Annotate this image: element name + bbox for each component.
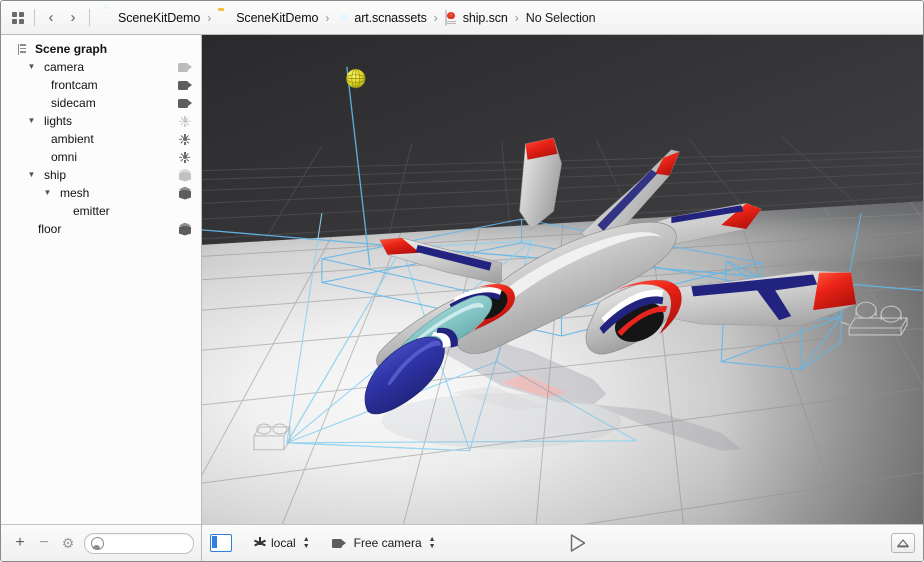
viewport-column: local ▲ ▼ Free camera ▲ ▼ — [202, 35, 923, 561]
back-button[interactable]: ‹ — [40, 7, 62, 29]
tree-item-camera[interactable]: ▼ camera — [1, 58, 201, 76]
scene-graph-footer: + − ⚙ — [1, 524, 201, 561]
disclosure-triangle-ship[interactable]: ▼ — [25, 171, 38, 179]
filter-icon — [91, 536, 104, 550]
tree-label-mesh: mesh — [60, 186, 90, 200]
scene-graph-header-label: Scene graph — [35, 42, 108, 56]
breadcrumb-separator-4: › — [514, 10, 519, 25]
breadcrumb-bar: ‹ › SceneKitDemo › SceneKitDemo › art.sc… — [1, 1, 923, 35]
ship-wing-right-tip — [813, 272, 857, 311]
tree-item-emitter[interactable]: emitter — [1, 202, 201, 220]
tree-label-omni: omni — [51, 150, 78, 164]
hierarchy-icon — [13, 43, 29, 55]
grid-square-3 — [12, 18, 17, 24]
cube-icon — [177, 222, 193, 236]
forward-button[interactable]: › — [62, 7, 84, 29]
cube-icon — [177, 186, 193, 200]
grid-squares-icon[interactable] — [7, 7, 29, 29]
breadcrumb-label-project: SceneKitDemo — [118, 10, 201, 25]
tree-label-ambient: ambient — [51, 132, 94, 146]
light-icon — [177, 133, 193, 146]
breadcrumb-separator-1: › — [207, 10, 212, 25]
filter-field[interactable] — [84, 532, 194, 554]
tree-label-floor: floor — [38, 222, 62, 236]
breadcrumb-item-assets[interactable]: art.scnassets — [334, 10, 428, 26]
breadcrumb-item-folder[interactable]: SceneKitDemo — [216, 10, 320, 26]
breadcrumb: SceneKitDemo › SceneKitDemo › art.scnass… — [98, 9, 598, 26]
tree-item-ambient[interactable]: ambient — [1, 130, 201, 148]
breadcrumb-label-folder: SceneKitDemo — [236, 10, 319, 25]
camera-mode-value: Free camera — [353, 536, 422, 550]
tree-item-ship[interactable]: ▼ ship — [1, 166, 201, 184]
scene-graph-sidebar: Scene graph ▼ camera frontcam sidecam ▼ … — [1, 35, 202, 561]
tree-label-sidecam: sidecam — [51, 96, 96, 110]
camera-mode-control[interactable]: Free camera ▲ ▼ — [331, 536, 436, 550]
gear-icon[interactable]: ⚙ — [56, 532, 80, 554]
asset-catalog-icon — [336, 11, 350, 25]
breadcrumb-label-scene: ship.scn — [462, 10, 508, 25]
transform-space-control[interactable]: local ▲ ▼ — [254, 536, 310, 550]
scene-file-icon — [444, 9, 459, 26]
grid-square-2 — [19, 11, 24, 17]
camera-icon — [331, 538, 347, 548]
tree-item-sidecam[interactable]: sidecam — [1, 94, 201, 112]
render-mode-icon[interactable] — [891, 533, 915, 553]
filter-input[interactable] — [109, 536, 187, 550]
camera-icon — [177, 62, 193, 72]
tree-item-mesh[interactable]: ▼ mesh — [1, 184, 201, 202]
folder-icon — [218, 11, 232, 25]
camera-icon — [177, 80, 193, 90]
tree-item-floor[interactable]: floor — [1, 220, 201, 238]
breadcrumb-divider-2 — [89, 9, 90, 26]
tree-label-frontcam: frontcam — [51, 78, 98, 92]
breadcrumb-item-project[interactable]: SceneKitDemo — [98, 10, 202, 26]
breadcrumb-item-selection[interactable]: No Selection — [524, 10, 598, 26]
grid-squares-glyph — [12, 11, 24, 24]
disclosure-triangle-mesh[interactable]: ▼ — [41, 189, 54, 197]
tree-item-frontcam[interactable]: frontcam — [1, 76, 201, 94]
transform-space-stepper[interactable]: ▲ ▼ — [303, 536, 310, 550]
add-node-button[interactable]: + — [8, 532, 32, 554]
tree-label-camera: camera — [44, 60, 85, 74]
scene-render — [202, 35, 923, 524]
scene-viewport[interactable] — [202, 35, 923, 524]
xcode-project-icon — [100, 11, 114, 25]
tree-label-lights: lights — [44, 114, 73, 128]
light-icon — [177, 115, 193, 128]
breadcrumb-item-scene[interactable]: ship.scn — [443, 9, 510, 26]
breadcrumb-separator-2: › — [325, 10, 330, 25]
inspector-toggle-icon[interactable] — [210, 534, 232, 552]
breadcrumb-label-selection: No Selection — [525, 10, 596, 25]
tree-label-emitter: emitter — [73, 204, 110, 218]
tree-label-ship: ship — [44, 168, 67, 182]
editor-body: Scene graph ▼ camera frontcam sidecam ▼ … — [1, 35, 923, 561]
grid-square-1 — [12, 11, 17, 17]
viewport-toolbar: local ▲ ▼ Free camera ▲ ▼ — [202, 524, 923, 561]
axis-icon — [254, 536, 266, 550]
tree-item-lights[interactable]: ▼ lights — [1, 112, 201, 130]
transform-space-value: local — [271, 536, 296, 550]
camera-icon — [177, 98, 193, 108]
camera-mode-stepper[interactable]: ▲ ▼ — [429, 536, 436, 550]
remove-node-button[interactable]: − — [32, 532, 56, 554]
scene-graph-tree: Scene graph ▼ camera frontcam sidecam ▼ … — [1, 35, 201, 524]
tree-item-omni[interactable]: omni — [1, 148, 201, 166]
breadcrumb-label-assets: art.scnassets — [354, 10, 427, 25]
disclosure-triangle-lights[interactable]: ▼ — [25, 117, 38, 125]
light-icon — [177, 151, 193, 164]
cube-icon — [177, 168, 193, 182]
breadcrumb-separator-3: › — [433, 10, 438, 25]
omni-light-gizmo — [345, 68, 366, 89]
toolbar-right-group — [891, 533, 915, 553]
disclosure-triangle-camera[interactable]: ▼ — [25, 63, 38, 71]
scenekit-editor-window: ‹ › SceneKitDemo › SceneKitDemo › art.sc… — [0, 0, 924, 562]
play-icon[interactable] — [555, 534, 585, 552]
grid-square-4 — [19, 18, 24, 24]
scene-graph-header: Scene graph — [1, 40, 201, 58]
breadcrumb-divider-1 — [34, 9, 35, 26]
